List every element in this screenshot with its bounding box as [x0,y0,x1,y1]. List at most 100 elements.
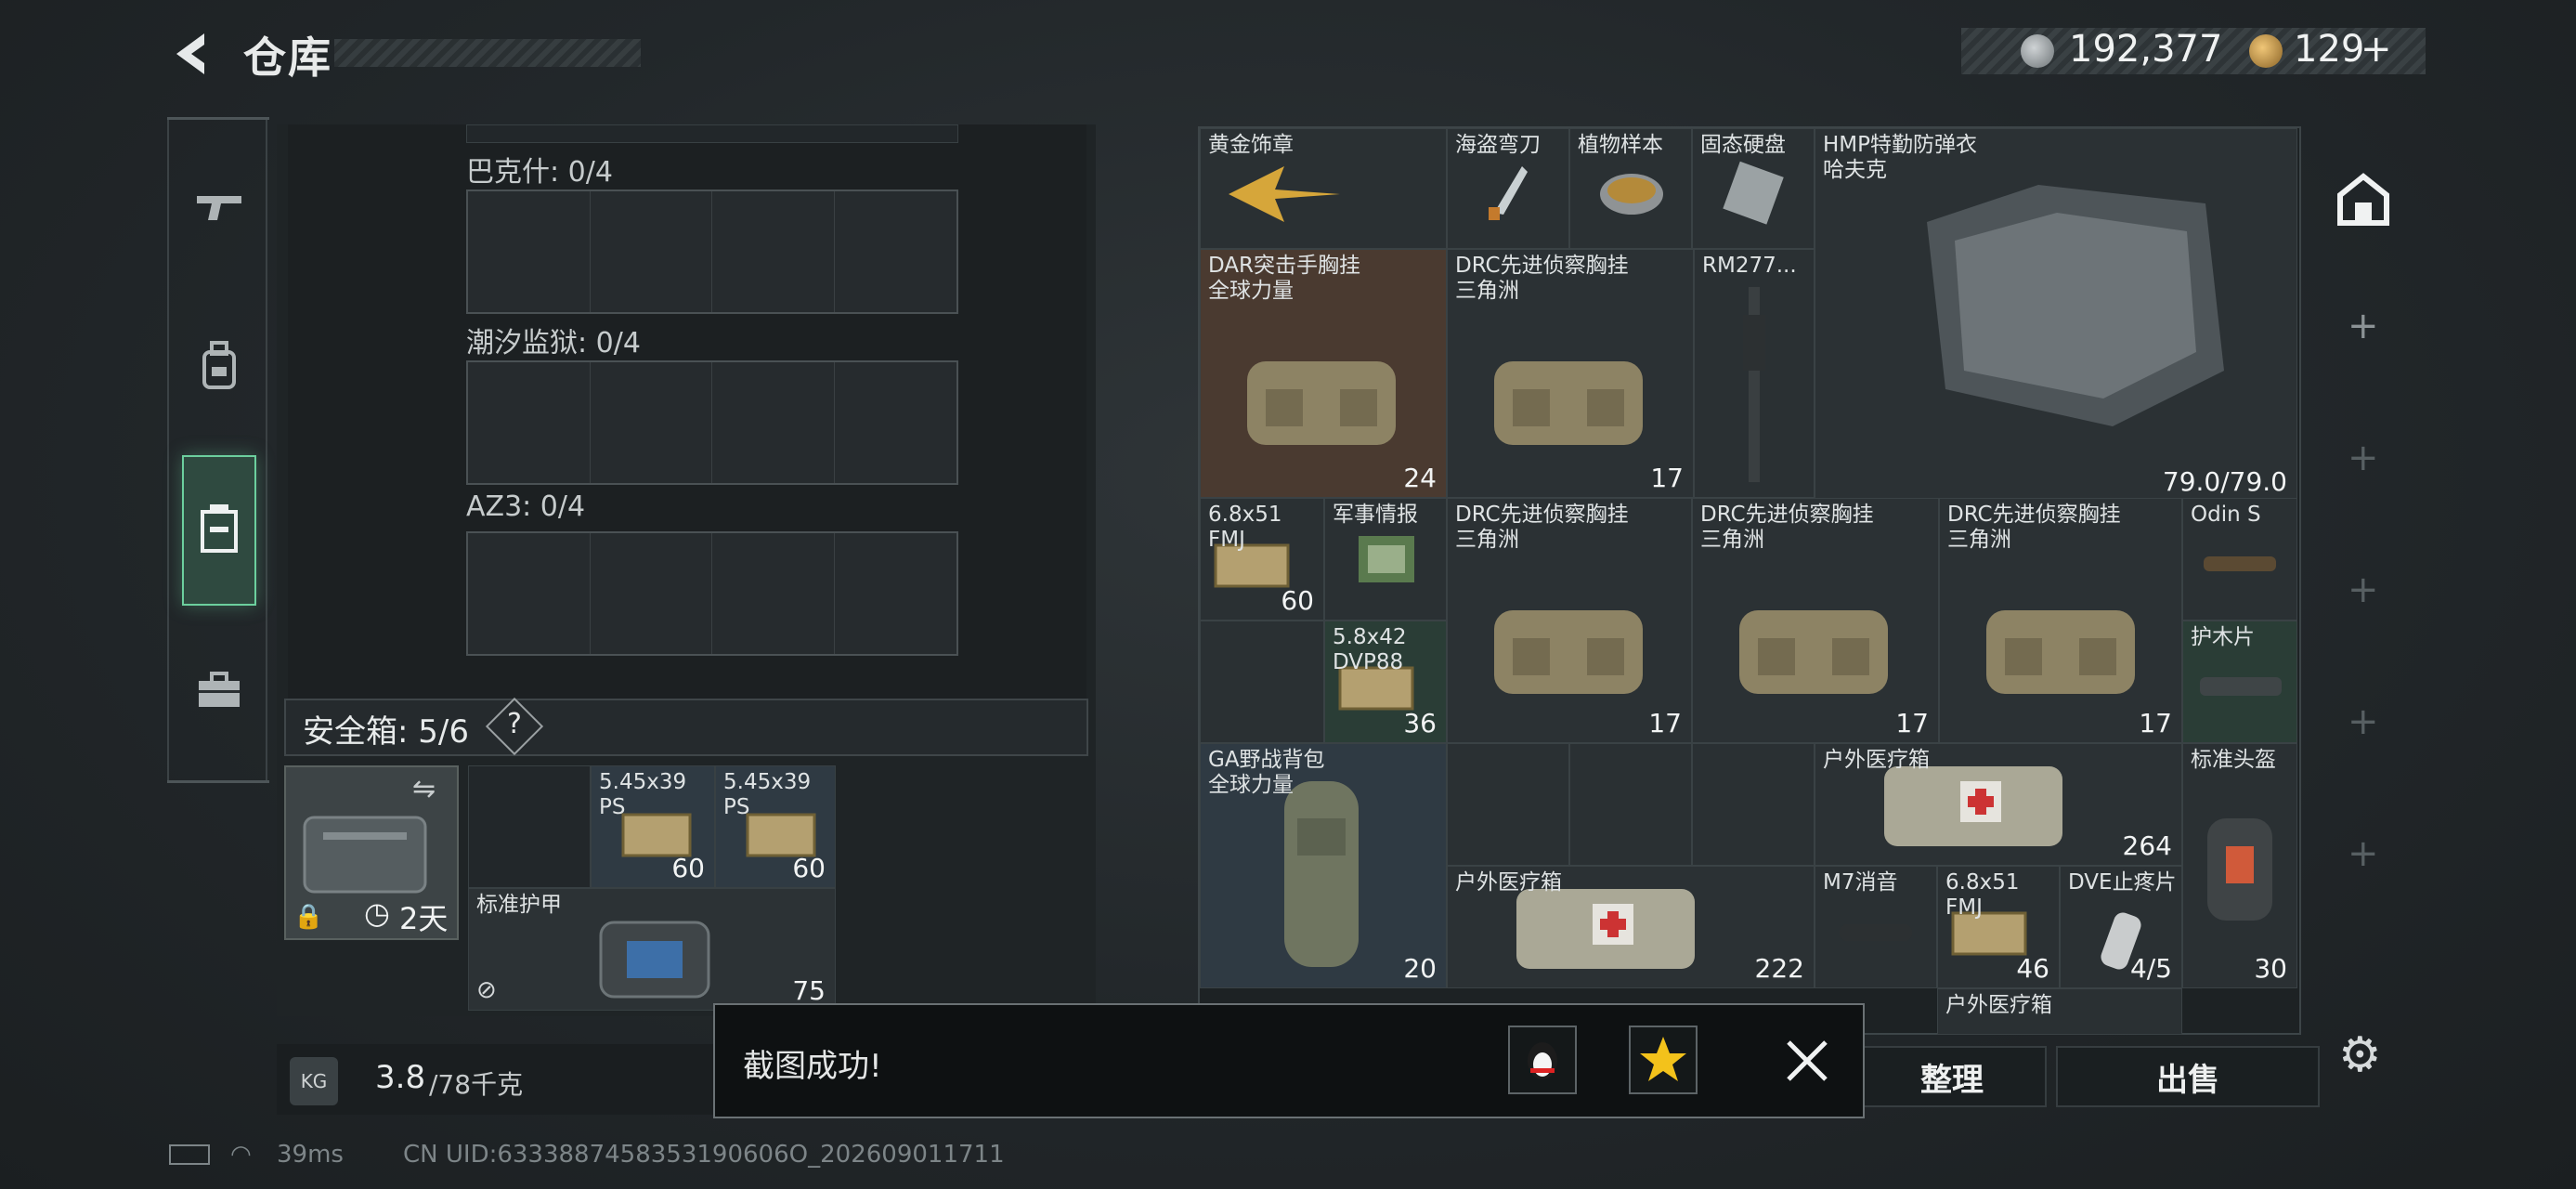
swap-icon[interactable]: ⇋ [412,773,436,805]
warehouse-item[interactable]: 护木片 [2182,621,2297,743]
page-title: 仓库 [243,33,332,83]
item-name: M7消音 [1823,870,1898,895]
item-name: DRC先进侦察胸挂 三角洲 [1700,503,1874,552]
nav-storage[interactable] [182,455,256,606]
empty-slot[interactable] [1447,743,1569,866]
item-image [1721,573,1906,716]
item-count: 46 [2016,953,2049,984]
warehouse-item[interactable]: DAR突击手胸挂 全球力量 24 [1200,249,1447,498]
toolbox-icon [195,670,243,714]
item-name: 护木片 [2191,625,2255,649]
warehouse-item[interactable]: 6.8x51 FMJ 60 [1200,498,1324,621]
nav-equipment[interactable] [182,316,256,418]
item-name: HMP特勤防弹衣 哈夫克 [1823,133,1978,182]
item-count: 17 [2139,708,2172,738]
item-image [1349,527,1424,595]
warehouse-item[interactable]: 海盗弯刀 [1447,128,1569,249]
item-name: 6.8x51 FMJ [1945,870,2020,920]
item-count: 60 [1281,585,1314,616]
nav-divider [167,117,269,120]
item-image [1871,166,2261,449]
qzone-share-button[interactable] [1629,1026,1698,1094]
help-text: ? [507,708,522,740]
safe-slot-item[interactable]: 5.45x39 PS 60 [715,765,836,888]
warehouse-item[interactable]: Odin S [2182,498,2297,621]
backpack-icon [197,339,241,395]
warehouse-item[interactable]: 固态硬盘 [1692,128,1815,249]
warehouse-item[interactable]: DRC先进侦察胸挂 三角洲 17 [1447,498,1692,743]
item-count: 36 [1403,708,1437,738]
item-name: 固态硬盘 [1700,133,1786,157]
storage-house-icon[interactable] [2331,167,2396,232]
warehouse-item[interactable]: 户外医疗箱 222 [1447,866,1815,988]
add-page-button[interactable]: + [2348,568,2379,611]
add-page-button[interactable]: + [2348,832,2379,875]
warehouse-item[interactable]: 标准头盔 30 [2182,743,2297,988]
item-name: GA野战背包 全球力量 [1208,748,1325,797]
case-grid-partial [466,124,958,143]
close-icon[interactable] [1781,1035,1833,1087]
warehouse-item[interactable]: 植物样本 [1569,128,1692,249]
item-image [1717,161,1791,229]
lock-icon: 🔒 [293,903,324,931]
case-grid[interactable] [466,360,958,485]
warehouse-item[interactable]: GA野战背包 全球力量 20 [1200,743,1447,988]
back-arrow-icon[interactable] [167,28,219,80]
safe-slot-item[interactable]: 标准护甲 ⊘ 75 [468,888,836,1011]
safe-box-label: 安全箱: 5/6 [303,713,469,751]
add-page-button[interactable]: + [2348,305,2379,347]
warehouse-item[interactable]: DVE止疼片 4/5 [2060,866,2182,988]
warehouse-item[interactable]: DRC先进侦察胸挂 三角洲 17 [1447,249,1694,498]
empty-slot[interactable] [1692,743,1815,866]
add-currency-button[interactable]: + [2361,28,2392,71]
warehouse-item[interactable]: 户外医疗箱 [1937,988,2182,1035]
case-label: 潮汐监狱: 0/4 [466,327,641,359]
empty-slot[interactable] [1569,743,1692,866]
warehouse-item[interactable]: 黄金饰章 [1200,128,1447,249]
no-insure-icon: ⊘ [476,976,497,1004]
nav-toolbox[interactable] [182,641,256,743]
sell-button[interactable]: 出售 [2056,1046,2320,1107]
safe-box-timer: 2天 [399,901,449,936]
qq-share-button[interactable] [1508,1026,1577,1094]
empty-slot[interactable] [1200,621,1324,743]
gear-icon[interactable]: ⚙ [2338,1027,2382,1083]
item-name: DVE止疼片 [2068,870,2177,895]
item-count: 30 [2254,953,2287,984]
add-page-button[interactable]: + [2348,437,2379,479]
battery-icon [169,1144,210,1165]
warehouse-item[interactable]: 户外医疗箱 264 [1815,743,2182,866]
warehouse-item[interactable]: HMP特勤防弹衣 哈夫克 79.0/79.0 [1815,128,2297,502]
warehouse-item[interactable]: RM277... [1694,249,1815,498]
item-image [1476,157,1541,226]
warehouse-item[interactable]: 5.8x42 DVP88 36 [1324,621,1447,743]
item-count: 17 [1650,463,1684,493]
item-count: 222 [1754,953,1804,984]
item-image [1594,166,1669,226]
warehouse-item[interactable]: M7消音 [1815,866,1937,988]
item-image [2194,668,2287,709]
case-label: 巴克什: 0/4 [466,156,613,189]
warehouse-item[interactable]: DRC先进侦察胸挂 三角洲 17 [1692,498,1939,743]
warehouse-item[interactable]: DRC先进侦察胸挂 三角洲 17 [1939,498,2182,743]
warehouse-item[interactable]: 6.8x51 FMJ 46 [1937,866,2060,988]
weight-current: 3.8 [375,1059,426,1096]
case-grid[interactable] [466,189,958,314]
item-image [1476,324,1661,467]
item-image [1834,913,1918,954]
ping: 39ms [277,1141,344,1169]
item-name: DRC先进侦察胸挂 三角洲 [1455,503,1629,552]
nav-divider [167,780,269,783]
case-grid[interactable] [466,531,958,656]
add-page-button[interactable]: + [2348,700,2379,743]
safe-slot-item[interactable]: 5.45x39 PS 60 [591,765,715,888]
safe-slot[interactable] [468,765,591,888]
gold-coin-icon [2249,34,2283,68]
qzone-star-icon [1640,1037,1686,1081]
sort-button[interactable]: 整理 [1857,1046,2047,1107]
item-name: 标准头盔 [2191,748,2276,772]
item-name: DRC先进侦察胸挂 三角洲 [1947,503,2121,552]
warehouse-item[interactable]: 军事情报 [1324,498,1447,621]
storage-icon [197,503,241,558]
nav-weapons[interactable] [182,158,256,260]
